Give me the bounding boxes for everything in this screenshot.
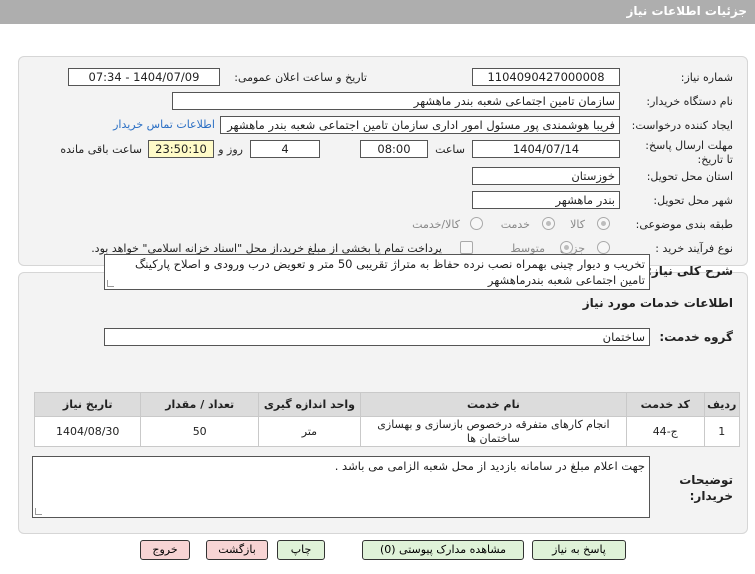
service-group-field: ساختمان — [104, 328, 650, 346]
cell-qty: 50 — [140, 416, 259, 447]
category-radio-goods[interactable] — [597, 217, 610, 230]
table-row: 1 ج-44 انجام کارهای متفرقه درخصوص بازساز… — [33, 416, 741, 447]
summary-text: تخریب و دیوار چینی بهمراه نصب نرده حفاظ … — [135, 257, 645, 287]
category-label: طبقه بندی موضوعی: — [635, 218, 733, 231]
creator-label: ایجاد کننده درخواست: — [631, 119, 733, 132]
table-header-row: ردیف کد خدمت نام خدمت واحد اندازه گیری ت… — [33, 392, 741, 417]
days-label: روز و — [218, 143, 243, 156]
title-bar: جزئیات اطلاعات نیاز — [0, 0, 755, 24]
category-option-service: خدمت — [500, 218, 530, 231]
services-table: ردیف کد خدمت نام خدمت واحد اندازه گیری ت… — [33, 392, 741, 447]
summary-textarea: تخریب و دیوار چینی بهمراه نصب نرده حفاظ … — [104, 254, 650, 290]
city-field: بندر ماهشهر — [472, 191, 620, 209]
need-info-panel — [18, 56, 748, 266]
buyer-field: سازمان تامین اجتماعی شعبه بندر ماهشهر — [172, 92, 620, 110]
cell-row: 1 — [703, 416, 741, 447]
back-button[interactable]: بازگشت — [206, 540, 268, 560]
announce-date-label: تاریخ و ساعت اعلان عمومی: — [234, 71, 367, 84]
col-date: تاریخ نیاز — [33, 392, 142, 417]
treasury-payment-checkbox[interactable] — [460, 241, 473, 254]
announce-date-field: 1404/07/09 - 07:34 — [68, 68, 220, 86]
buyer-notes-textarea: جهت اعلام مبلغ در سامانه بازدید از محل ش… — [32, 456, 650, 518]
buyer-notes-label: توضیحات خریدار: — [679, 473, 733, 503]
buyer-label: نام دستگاه خریدار: — [646, 95, 733, 108]
deadline-time-label: ساعت — [435, 143, 465, 156]
deadline-label: مهلت ارسال پاسخ: تا تاریخ: — [645, 139, 733, 166]
cell-name: انجام کارهای متفرقه درخصوص بازسازی و بهس… — [359, 416, 627, 447]
col-name: نام خدمت — [359, 392, 627, 417]
resize-handle-icon[interactable] — [107, 280, 114, 287]
col-qty: تعداد / مقدار — [140, 392, 259, 417]
col-row: ردیف — [703, 392, 741, 417]
services-section-title: اطلاعات خدمات مورد نیاز — [582, 296, 733, 310]
category-option-goods: کالا — [570, 218, 585, 231]
reply-button[interactable]: پاسخ به نیاز — [532, 540, 626, 560]
city-label: شهر محل تحویل: — [653, 194, 733, 207]
process-radio-minor[interactable] — [597, 241, 610, 254]
cell-unit: متر — [257, 416, 361, 447]
category-radio-service[interactable] — [542, 217, 555, 230]
exit-button[interactable]: خروج — [140, 540, 190, 560]
category-option-goods-service: کالا/خدمت — [412, 218, 460, 231]
service-group-label: گروه خدمت: — [659, 330, 733, 344]
creator-field: فریبا هوشمندی پور مسئول امور اداری سازما… — [220, 116, 620, 134]
summary-label: شرح کلی نیاز: — [647, 264, 733, 278]
page-title: جزئیات اطلاعات نیاز — [626, 4, 747, 18]
cell-date: 1404/08/30 — [33, 416, 142, 447]
province-label: استان محل تحویل: — [646, 170, 733, 183]
category-radio-goods-service[interactable] — [470, 217, 483, 230]
need-number-field: 1104090427000008 — [472, 68, 620, 86]
cell-code: ج-44 — [625, 416, 705, 447]
need-number-label: شماره نیاز: — [680, 71, 733, 84]
buyer-notes-text: جهت اعلام مبلغ در سامانه بازدید از محل ش… — [334, 459, 645, 473]
col-unit: واحد اندازه گیری — [257, 392, 361, 417]
deadline-date-field: 1404/07/14 — [472, 140, 620, 158]
process-radio-medium[interactable] — [560, 241, 573, 254]
province-field: خوزستان — [472, 167, 620, 185]
remaining-time-field: 23:50:10 — [148, 140, 214, 158]
contact-buyer-link[interactable]: اطلاعات تماس خریدار — [113, 118, 215, 131]
deadline-time-field: 08:00 — [360, 140, 428, 158]
attachments-button[interactable]: مشاهده مدارک پیوستی (0) — [362, 540, 524, 560]
days-remaining-field: 4 — [250, 140, 320, 158]
print-button[interactable]: چاپ — [277, 540, 325, 560]
col-code: کد خدمت — [625, 392, 705, 417]
remaining-time-label: ساعت باقی مانده — [60, 143, 142, 156]
resize-handle-icon[interactable] — [35, 508, 42, 515]
process-type-label: نوع فرآیند خرید : — [655, 242, 733, 255]
